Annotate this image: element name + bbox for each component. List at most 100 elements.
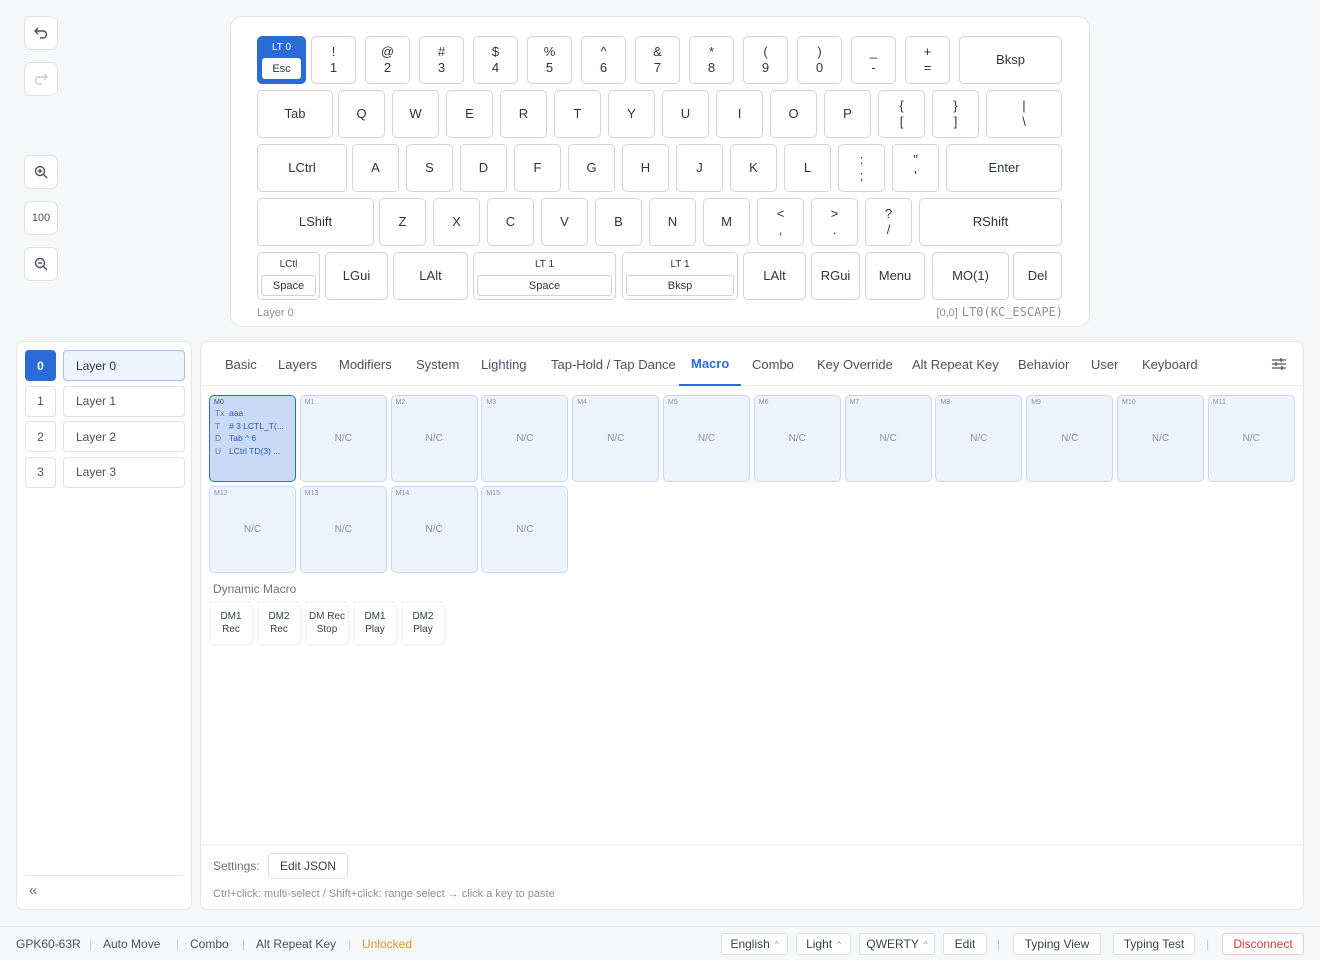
key-symbol[interactable]: + = [905, 36, 950, 84]
dynamic-macro-button[interactable]: DM1 Rec [209, 601, 253, 645]
dynamic-macro-button[interactable]: DM Rec Stop [305, 601, 349, 645]
redo-button[interactable] [24, 62, 58, 96]
layer-name-field[interactable]: Layer 0 [63, 350, 185, 381]
layer-number-button[interactable]: 3 [25, 456, 56, 488]
macro-slot-m14[interactable]: M14 N/C [390, 486, 478, 573]
combo-status[interactable]: Combo [190, 937, 229, 951]
key-c[interactable]: C [487, 198, 534, 246]
key-u[interactable]: U [662, 90, 709, 138]
key-p[interactable]: P [824, 90, 871, 138]
key-i[interactable]: I [716, 90, 763, 138]
key-q[interactable]: Q [338, 90, 385, 138]
key-o[interactable]: O [770, 90, 817, 138]
key-symbol[interactable]: _ - [851, 36, 896, 84]
key-rgui[interactable]: RGui [811, 252, 860, 300]
layout-select[interactable]: QWERTY ^ [859, 933, 935, 955]
tab-combo[interactable]: Combo [752, 342, 794, 386]
dynamic-macro-button[interactable]: DM2 Rec [257, 601, 301, 645]
layer-number-button[interactable]: 2 [25, 421, 56, 452]
macro-slot-m2[interactable]: M2 N/C [390, 395, 478, 482]
macro-slot-m12[interactable]: M12 N/C [209, 486, 296, 573]
key-d[interactable]: D [460, 144, 507, 192]
zoom-out-button[interactable] [24, 247, 58, 281]
key-symbol[interactable]: >. [811, 198, 858, 246]
macro-slot-m0[interactable]: M0 Tx aaa T # 3 LCTL_T(... D Tab ^ 6 U LCtrl TD(… [209, 395, 296, 482]
typing-test-button[interactable]: Typing Test [1113, 933, 1195, 955]
edit-json-button[interactable]: Edit JSON [268, 853, 348, 879]
key-b[interactable]: B [595, 198, 642, 246]
key-g[interactable]: G [568, 144, 615, 192]
macro-slot-m15[interactable]: M15 N/C [481, 486, 569, 573]
key-s[interactable]: S [406, 144, 453, 192]
macro-slot-m10[interactable]: M10 N/C [1117, 395, 1204, 482]
tab-behavior[interactable]: Behavior [1018, 342, 1069, 386]
macro-slot-m9[interactable]: M9 N/C [1026, 395, 1114, 482]
key-lalt[interactable]: LAlt [393, 252, 468, 300]
key-symbol[interactable]: {[ [878, 90, 925, 138]
macro-slot-m7[interactable]: M7 N/C [844, 395, 932, 482]
key-a[interactable]: A [352, 144, 399, 192]
key-bksp[interactable]: LT 1 Bksp [622, 252, 738, 300]
key-m[interactable]: M [703, 198, 750, 246]
macro-slot-m1[interactable]: M1 N/C [299, 395, 387, 482]
key-y[interactable]: Y [608, 90, 655, 138]
key-symbol[interactable]: ? / [865, 198, 912, 246]
macro-slot-m3[interactable]: M3 N/C [481, 395, 569, 482]
key-3[interactable]: #3 [419, 36, 464, 84]
lock-status[interactable]: Unlocked [362, 937, 412, 951]
key-0[interactable]: ) 0 [797, 36, 842, 84]
key-5[interactable]: % 5 [527, 36, 572, 84]
tab-system[interactable]: System [416, 342, 459, 386]
key-lctrl[interactable]: LCtrl [257, 144, 347, 192]
tab-tap-hold-tap-dance[interactable]: Tap-Hold / Tap Dance [551, 342, 676, 386]
key-z[interactable]: Z [379, 198, 426, 246]
macro-slot-m5[interactable]: M5 N/C [663, 395, 750, 482]
tab-key-override[interactable]: Key Override [817, 342, 893, 386]
key-4[interactable]: $4 [473, 36, 518, 84]
key-mo-1-[interactable]: MO(1) [932, 252, 1009, 300]
tab-layers[interactable]: Layers [278, 342, 317, 386]
edit-button[interactable]: Edit [943, 933, 987, 955]
key-bksp[interactable]: Bksp [959, 36, 1062, 84]
key-9[interactable]: (9 [743, 36, 788, 84]
tab-basic[interactable]: Basic [225, 342, 257, 386]
tab-user[interactable]: User [1091, 342, 1118, 386]
key-k[interactable]: K [730, 144, 777, 192]
theme-select[interactable]: Light ^ [796, 933, 851, 955]
key-lgui[interactable]: LGui [325, 252, 388, 300]
macro-slot-m13[interactable]: M13 N/C [299, 486, 387, 573]
key-w[interactable]: W [392, 90, 439, 138]
key-e[interactable]: E [446, 90, 493, 138]
key-l[interactable]: L [784, 144, 831, 192]
sliders-icon[interactable] [1271, 356, 1287, 372]
tab-modifiers[interactable]: Modifiers [339, 342, 392, 386]
key-enter[interactable]: Enter [946, 144, 1062, 192]
key-esc[interactable]: LT 0 Esc [257, 36, 306, 84]
key-symbol[interactable]: <, [757, 198, 804, 246]
tab-macro[interactable]: Macro [679, 342, 742, 386]
collapse-sidebar-button[interactable]: « [29, 882, 37, 899]
macro-slot-m8[interactable]: M8 N/C [935, 395, 1023, 482]
key-lshift[interactable]: LShift [257, 198, 374, 246]
key-space[interactable]: LT 1 Space [473, 252, 616, 300]
tab-keyboard[interactable]: Keyboard [1142, 342, 1198, 386]
key-v[interactable]: V [541, 198, 588, 246]
key-r[interactable]: R [500, 90, 547, 138]
dynamic-macro-button[interactable]: DM1 Play [353, 601, 397, 645]
key-7[interactable]: & 7 [635, 36, 680, 84]
layer-name-field[interactable]: Layer 2 [63, 421, 185, 452]
key-f[interactable]: F [514, 144, 561, 192]
key-8[interactable]: * 8 [689, 36, 734, 84]
language-select[interactable]: English ^ [721, 933, 788, 955]
layer-name-field[interactable]: Layer 1 [63, 385, 185, 417]
key-rshift[interactable]: RShift [919, 198, 1062, 246]
zoom-level[interactable]: 100 [24, 201, 58, 235]
key-symbol[interactable]: :; [838, 144, 885, 192]
key-symbol[interactable]: " ' [892, 144, 939, 192]
macro-slot-m11[interactable]: M11 N/C [1207, 395, 1295, 482]
undo-button[interactable] [24, 16, 58, 50]
zoom-in-button[interactable] [24, 155, 58, 189]
key-h[interactable]: H [622, 144, 669, 192]
key-symbol[interactable]: }] [932, 90, 979, 138]
key-tab[interactable]: Tab [257, 90, 333, 138]
